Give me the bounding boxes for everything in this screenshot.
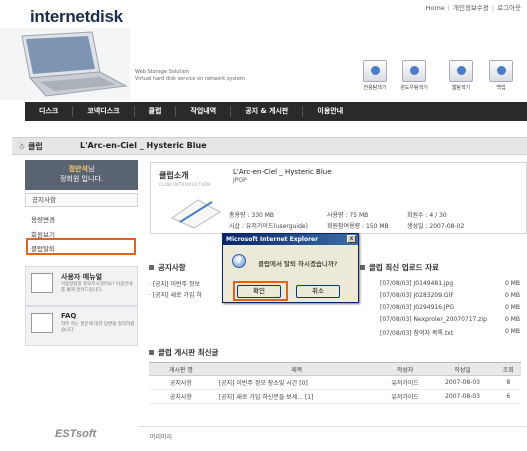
- cell-date: 2007-08-03: [429, 375, 496, 390]
- cancel-button[interactable]: 취소: [296, 285, 340, 298]
- upload-item[interactable]: [07/08/03] J0149481.jpg 0 MB: [380, 280, 520, 287]
- tagline-line-1: Web Storage Solution: [135, 69, 190, 75]
- cell-board: 공지사항: [149, 375, 213, 390]
- notice-item[interactable]: · [공지] 이번주 정보: [149, 279, 200, 288]
- cell-author: 유저가이드: [380, 375, 430, 390]
- manual-icon: [31, 273, 53, 293]
- question-icon: ?: [232, 254, 246, 268]
- dialog-close-button[interactable]: x: [347, 235, 356, 243]
- club-name: L'Arc-en-Ciel _ Hysteric Blue: [233, 168, 332, 176]
- tagline-line-2: Virtual hard disk service on network sys…: [135, 76, 245, 82]
- club-intro-sublabel: CLUB INTRODUCTION: [159, 182, 211, 187]
- nav-connect-disk[interactable]: 코넥디스크: [73, 106, 135, 117]
- notice-item[interactable]: · [공지] 새로 가입 하: [149, 290, 202, 299]
- table-header-row: 게시판 명 제목 작성자 작성일 조회: [149, 362, 521, 376]
- top-links: Home | 개인정보수정 | 로그아웃: [425, 4, 521, 12]
- nav-disk[interactable]: 디스크: [25, 106, 74, 117]
- edit-profile-link[interactable]: 개인정보수정: [453, 4, 489, 12]
- club-category: JPOP: [233, 177, 247, 184]
- stat-created: 생성일 : 2007-08-02: [407, 223, 465, 230]
- estsoft-logo: ESTsoft: [55, 428, 97, 440]
- notices-title: 공지사항: [149, 262, 186, 273]
- table-row[interactable]: 공지사항 [공지] 이번주 정모 장소및 시간 [0] 유저가이드 2007-0…: [149, 375, 521, 390]
- upload-item[interactable]: [07/08/03] J0294916.JPG 0 MB: [380, 304, 520, 311]
- cell-subject[interactable]: [공지] 새로 가입 하신분들 보세... [1]: [212, 389, 381, 404]
- col-subject: 제목: [212, 362, 381, 376]
- tool-label: 백업: [496, 85, 506, 91]
- faq-desc: 자주 하는 질문에 대한 답변을 정리하였습니다.: [61, 322, 135, 333]
- col-views: 조회: [495, 362, 521, 376]
- uploads-title: 클럽 최신 업로드 자료: [360, 262, 439, 273]
- nav-history[interactable]: 작업내역: [176, 106, 232, 117]
- logout-link[interactable]: 로그아웃: [497, 4, 521, 12]
- user-manual-title: 사용자 매뉴얼: [61, 273, 103, 281]
- col-board: 게시판 명: [149, 362, 213, 376]
- web-explorer-icon: [449, 60, 473, 82]
- user-suffix: 님: [87, 165, 95, 173]
- tool-label: 윈도우탐색기: [400, 85, 428, 91]
- user-card: 정만석님 정회원 입니다.: [25, 160, 138, 190]
- main-nav: 디스크 코넥디스크 클럽 작업내역 공지 & 게시판 이용안내: [25, 102, 527, 121]
- dialog-message: 클럽에서 탈퇴 하시겠습니까?: [258, 260, 338, 268]
- footer-divider: [138, 426, 527, 427]
- backup-icon: [489, 60, 513, 82]
- club-intro-label: 클럽소개: [159, 171, 189, 180]
- cell-views: 6: [495, 389, 521, 404]
- col-author: 작성자: [380, 362, 430, 376]
- nav-board[interactable]: 공지 & 게시판: [231, 106, 304, 117]
- tool-label: 웹탐색기: [451, 85, 471, 91]
- user-manual-desc: 이용방법을 잘모르시겠어요? 이용안내를 통해 알려드립니다.: [61, 282, 133, 293]
- ok-button-highlight: [233, 281, 288, 301]
- board-table: 게시판 명 제목 작성자 작성일 조회 공지사항 [공지] 이번주 정모 장소및…: [149, 362, 521, 404]
- web-explorer-button[interactable]: 웹탐색기: [447, 60, 475, 94]
- user-role: 정회원 입니다.: [59, 175, 104, 183]
- cell-date: 2007-08-03: [429, 389, 496, 404]
- upload-item[interactable]: [07/08/03] 참여자 목록.txt 0 MB: [380, 328, 520, 337]
- upload-item[interactable]: [07/08/03] Nexproler_20070717.zip 0 MB: [380, 316, 520, 323]
- windows-explorer-button[interactable]: 윈도우탐색기: [400, 60, 428, 94]
- windows-explorer-icon: [402, 60, 426, 82]
- cell-views: 8: [495, 375, 521, 390]
- user-name: 정만석: [68, 165, 88, 173]
- home-link[interactable]: Home: [426, 4, 445, 12]
- backup-button[interactable]: 백업: [487, 60, 515, 94]
- board-title: 클럽 게시판 최신글: [149, 347, 218, 358]
- faq-panel[interactable]: FAQ 자주 하는 질문에 대한 답변을 정리하였습니다.: [25, 306, 138, 346]
- footer-link[interactable]: 머리머리: [150, 432, 172, 441]
- nav-guide[interactable]: 이용안내: [303, 106, 357, 117]
- cell-board: 공지사항: [149, 389, 213, 404]
- club-bar-title: L'Arc-en-Ciel _ Hysteric Blue: [80, 141, 207, 150]
- faq-icon: [31, 313, 53, 333]
- sidebar-item-notice[interactable]: 공지사항: [25, 193, 138, 207]
- stat-members: 회원수 : 4 / 30: [407, 212, 447, 219]
- stat-total: 총용량 : 330 MB: [229, 212, 275, 219]
- cell-subject[interactable]: [공지] 이번주 정모 장소및 시간 [0]: [212, 375, 381, 390]
- cell-author: 유저가이드: [380, 389, 430, 404]
- internetdisk-logo[interactable]: internetdisk: [30, 7, 123, 27]
- stat-used: 사용량 : 75 MB: [327, 212, 369, 219]
- club-stats: 총용량 : 330 MB 사용량 : 75 MB 회원수 : 4 / 30 시삽 :…: [229, 210, 524, 232]
- tagline: Web Storage Solution Virtual hard disk s…: [135, 69, 245, 83]
- stat-limit: 회원참여용량 : 150 MB: [327, 223, 389, 230]
- sidebar-item-capacity[interactable]: 용량변경: [31, 214, 55, 224]
- tool-label: 전용탐색기: [363, 85, 387, 91]
- club-title-bar: ☃ 클럽 L'Arc-en-Ciel _ Hysteric Blue: [12, 137, 527, 155]
- club-bar-label: ☃ 클럽: [18, 142, 43, 151]
- stat-owner: 시삽 : 유저가이드(userguide): [229, 223, 308, 230]
- col-date: 작성일: [429, 362, 496, 376]
- leave-club-highlight: [26, 238, 136, 255]
- dialog-titlebar: Microsoft Internet Explorer: [223, 234, 358, 245]
- upload-item[interactable]: [07/08/03] J0283209.GIF 0 MB: [380, 292, 520, 299]
- user-manual-panel[interactable]: 사용자 매뉴얼 이용방법을 잘모르시겠어요? 이용안내를 통해 알려드립니다.: [25, 266, 138, 306]
- faq-title: FAQ: [61, 312, 77, 320]
- club-card-image: [170, 199, 221, 229]
- nav-club[interactable]: 클럽: [135, 106, 177, 117]
- laptop-illustration: [0, 28, 130, 100]
- dedicated-explorer-button[interactable]: 전용탐색기: [361, 60, 389, 94]
- table-row[interactable]: 공지사항 [공지] 새로 가입 하신분들 보세... [1] 유저가이드 200…: [149, 389, 521, 404]
- explorer-icon: [363, 60, 387, 82]
